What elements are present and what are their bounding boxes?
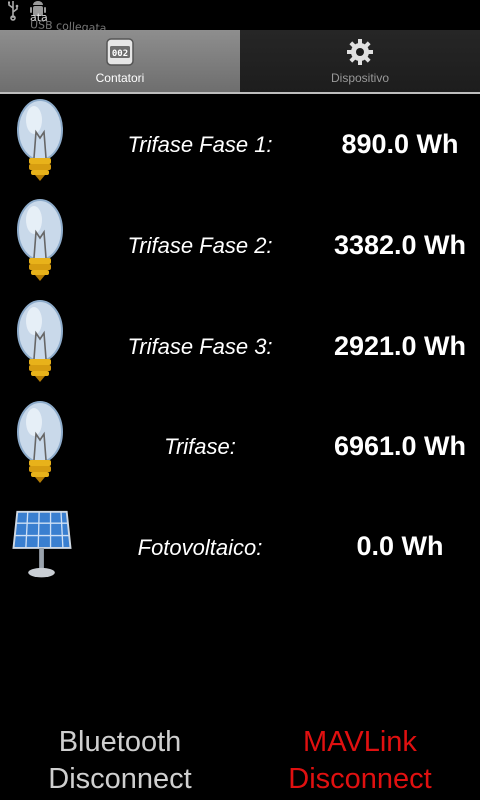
tab-contatori[interactable]: 002 Contatori <box>0 30 240 92</box>
tab-contatori-label: Contatori <box>95 71 145 85</box>
light-bulb-icon <box>17 401 63 483</box>
counter-row-fase3: Trifase Fase 3: 2921.0 Wh <box>0 297 480 397</box>
counter-label: Trifase Fase 2: <box>127 233 273 258</box>
status-bar: ata USB collegata <box>0 0 480 35</box>
counter-label: Trifase Fase 1: <box>127 132 273 157</box>
bluetooth-button-line1: Bluetooth <box>58 726 182 758</box>
bluetooth-disconnect-button[interactable]: Bluetooth Disconnect <box>0 724 240 800</box>
tab-dispositivo[interactable]: Dispositivo <box>240 30 480 92</box>
counter-value: 890.0 Wh <box>341 129 459 159</box>
bluetooth-button-line2: Disconnect <box>48 763 192 795</box>
tab-bar: 002 Contatori Dispositivo <box>0 30 480 94</box>
counter-value: 6961.0 Wh <box>333 431 467 461</box>
mavlink-button-line1: MAVLink <box>303 726 417 758</box>
tab-divider <box>0 92 480 94</box>
counter-row-fase1: Trifase Fase 1: 890.0 Wh <box>0 96 480 196</box>
light-bulb-icon <box>17 99 63 181</box>
light-bulb-icon <box>17 199 63 281</box>
gear-icon <box>347 39 373 65</box>
counter-value: 0.0 Wh <box>356 531 444 561</box>
counter-row-trifase: Trifase: 6961.0 Wh <box>0 398 480 498</box>
counter-label: Trifase Fase 3: <box>127 334 273 359</box>
counter-label: Fotovoltaico: <box>137 535 263 560</box>
solar-panel-icon <box>12 510 72 578</box>
counter-row-fase2: Trifase Fase 2: 3382.0 Wh <box>0 196 480 296</box>
counter-icon: 002 <box>106 38 134 66</box>
light-bulb-icon <box>17 300 63 382</box>
counter-value: 2921.0 Wh <box>333 331 467 361</box>
mavlink-disconnect-button[interactable]: MAVLink Disconnect <box>240 724 480 800</box>
svg-text:002: 002 <box>112 49 128 59</box>
usb-icon <box>8 1 19 21</box>
counter-value: 3382.0 Wh <box>333 230 467 260</box>
counter-row-fotovoltaico: Fotovoltaico: 0.0 Wh <box>0 508 480 608</box>
mavlink-button-line2: Disconnect <box>288 763 432 795</box>
counter-label: Trifase: <box>164 434 236 459</box>
tab-dispositivo-label: Dispositivo <box>330 71 390 85</box>
